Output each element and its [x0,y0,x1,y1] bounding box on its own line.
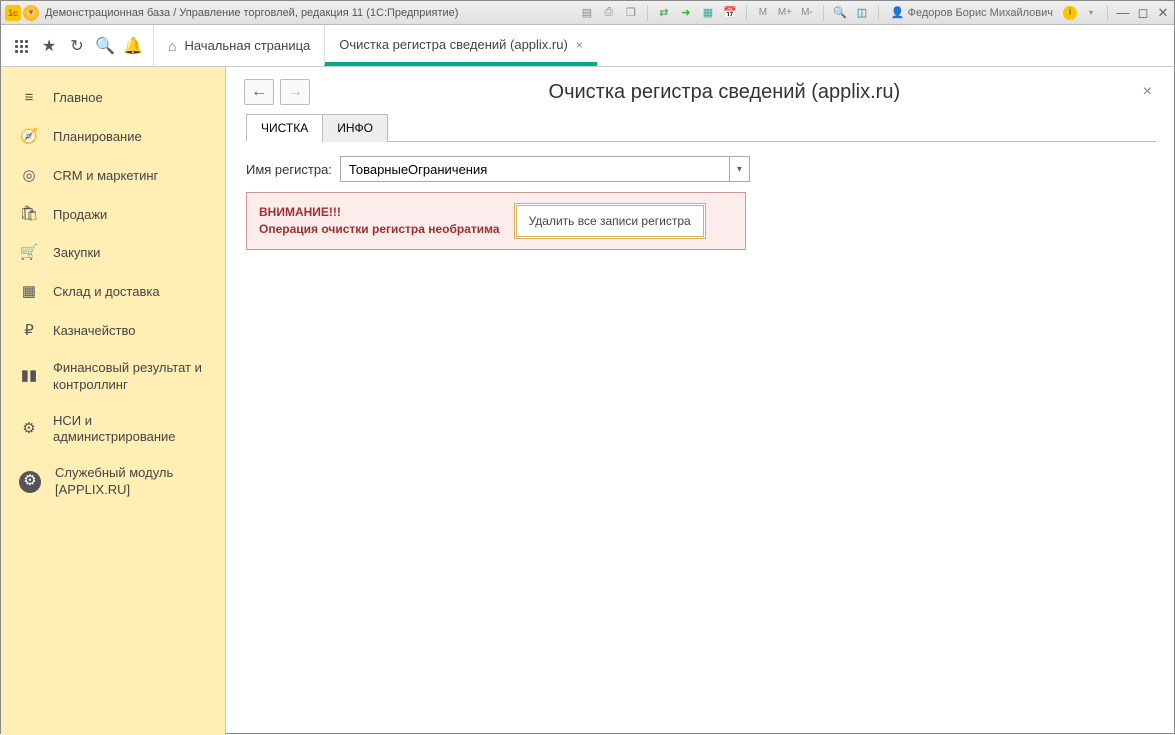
logo-1c: 1c [5,5,21,21]
m-icon[interactable]: M [755,5,771,21]
apps-icon[interactable] [7,25,35,67]
sidebar-item-planning[interactable]: 🧭 Планирование [1,118,225,157]
plan-icon: 🧭 [19,128,39,147]
sidebar-item-label: Планирование [53,129,207,145]
user-label[interactable]: 👤 Федоров Борис Михайлович [891,6,1053,19]
menu-icon: ≡ [19,89,39,108]
sidebar-item-purchases[interactable]: 🛒 Закупки [1,234,225,273]
sidebar-item-warehouse[interactable]: ▦ Склад и доставка [1,273,225,312]
sidebar-item-sales[interactable]: 🛍 Продажи [1,195,225,234]
content: ← → Очистка регистра сведений (applix.ru… [226,67,1174,735]
tab-home[interactable]: ⌂ Начальная страница [153,25,324,66]
sidebar-item-finance[interactable]: ▮▮ Финансовый результат и контроллинг [1,350,225,403]
maximize-button[interactable]: ◻ [1136,5,1150,21]
cart-icon: 🛒 [19,244,39,263]
sidebar-item-nsi[interactable]: ⚙ НСИ и администрирование [1,403,225,456]
chart-icon: ▮▮ [19,367,39,386]
sidebar: ≡ Главное 🧭 Планирование ◎ CRM и маркети… [1,67,226,735]
window-controls: — ◻ ✕ [1116,5,1170,21]
top-iconbar: ★ ↻ 🔍 🔔 [1,25,153,66]
sidebar-item-main[interactable]: ≡ Главное [1,79,225,118]
sidebar-item-label: Казначейство [53,323,207,339]
send-icon[interactable]: ➜ [678,5,694,21]
top-tabs: ★ ↻ 🔍 🔔 ⌂ Начальная страница Очистка рег… [1,25,1174,67]
warning-line2: Операция очистки регистра необратима [259,221,500,238]
tab-cleanup-label: Очистка регистра сведений (applix.ru) [339,37,568,52]
registry-input[interactable] [341,157,729,181]
sidebar-item-label: Финансовый результат и контроллинг [53,360,207,393]
calendar-icon[interactable]: 📅 [722,5,738,21]
bell-icon[interactable]: 🔔 [119,25,147,67]
history-icon[interactable]: ↻ [63,25,91,67]
home-icon: ⌂ [168,38,176,54]
sidebar-item-applix[interactable]: ⚙ Служебный модуль [APPLIX.RU] [1,455,225,508]
m-plus-icon[interactable]: M+ [777,5,793,21]
main: ≡ Главное 🧭 Планирование ◎ CRM и маркети… [1,67,1174,735]
user-icon: 👤 [891,6,905,19]
sidebar-item-label: Служебный модуль [APPLIX.RU] [55,465,207,498]
sidebar-item-label: CRM и маркетинг [53,168,207,184]
sidebar-item-label: Главное [53,90,207,106]
tab-chistka[interactable]: ЧИСТКА [246,114,323,142]
star-icon[interactable]: ★ [35,25,63,67]
gear-icon: ⚙ [19,420,39,439]
windows-icon[interactable]: ◫ [854,5,870,21]
tab-info[interactable]: ИНФО [322,114,388,142]
main-menu-dropdown[interactable] [23,5,39,21]
tab-cleanup[interactable]: Очистка регистра сведений (applix.ru) × [324,25,597,66]
sidebar-item-treasury[interactable]: ₽ Казначейство [1,312,225,351]
sidebar-item-label: Склад и доставка [53,284,207,300]
page-close-icon[interactable]: × [1139,79,1156,105]
m-minus-icon[interactable]: M- [799,5,815,21]
tab-home-label: Начальная страница [184,38,310,53]
sidebar-item-label: НСИ и администрирование [53,413,207,446]
registry-row: Имя регистра: ▾ [246,156,1156,182]
warning-box: ВНИМАНИЕ!!! Операция очистки регистра не… [246,192,746,250]
print-icon[interactable]: ⎙ [601,5,617,21]
close-button[interactable]: ✕ [1156,5,1170,21]
titlebar-icons: ▤ ⎙ ❐ ⇄ ➜ ▦ 📅 M M+ M- 🔍 ◫ 👤 Федоров Бори… [579,5,1110,21]
target-icon: ◎ [19,167,39,186]
calc-icon[interactable]: ▦ [700,5,716,21]
sidebar-item-crm[interactable]: ◎ CRM и маркетинг [1,157,225,196]
window-title: Демонстрационная база / Управление торго… [45,7,458,19]
preview-icon[interactable]: ▤ [579,5,595,21]
info-dropdown-icon[interactable]: ▾ [1083,5,1099,21]
nav-row: ← → Очистка регистра сведений (applix.ru… [244,79,1156,105]
dropdown-icon[interactable]: ▾ [729,157,749,181]
page-title: Очистка регистра сведений (applix.ru) [316,81,1133,104]
minimize-button[interactable]: — [1116,5,1130,21]
registry-combo: ▾ [340,156,750,182]
sidebar-item-label: Продажи [53,207,207,223]
delete-all-button[interactable]: Удалить все записи регистра [514,203,706,239]
bag-icon: 🛍 [19,205,39,224]
warning-line1: ВНИМАНИЕ!!! [259,204,500,221]
zoom-icon[interactable]: 🔍 [832,5,848,21]
copy-icon[interactable]: ❐ [623,5,639,21]
warning-text: ВНИМАНИЕ!!! Операция очистки регистра не… [259,204,500,238]
tab-close-icon[interactable]: × [576,38,583,52]
content-tabs: ЧИСТКА ИНФО [246,113,1156,142]
registry-label: Имя регистра: [246,162,332,177]
sidebar-item-label: Закупки [53,245,207,261]
titlebar: 1c Демонстрационная база / Управление то… [1,1,1174,25]
warehouse-icon: ▦ [19,283,39,302]
user-name: Федоров Борис Михайлович [908,7,1053,19]
compare-icon[interactable]: ⇄ [656,5,672,21]
info-icon[interactable]: i [1063,6,1077,20]
gear-active-icon: ⚙ [19,471,41,493]
forward-button[interactable]: → [280,79,310,105]
ruble-icon: ₽ [19,322,39,341]
back-button[interactable]: ← [244,79,274,105]
search-icon[interactable]: 🔍 [91,25,119,67]
